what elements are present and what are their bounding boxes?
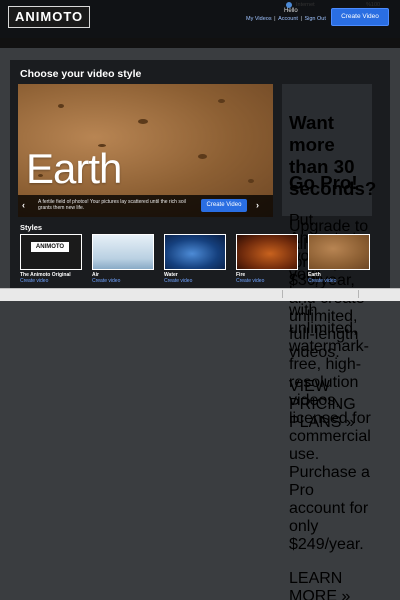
style-thumbnail-fire[interactable] [236,234,298,270]
styles-heading: Styles [20,223,43,232]
soil-texture [248,179,254,183]
my-videos-link[interactable]: My Videos [246,16,272,22]
account-links: My Videos | Account | Sign Out [246,16,326,22]
learn-more-link[interactable]: LEARN MORE » [289,570,371,600]
style-thumbnail-water[interactable] [164,234,226,270]
link-separator: | [272,16,278,22]
greeting-text: Hello [284,8,298,14]
create-video-button-header[interactable]: Create Video [331,8,389,26]
hero-caption: A fertile field of photos! Your pictures… [38,199,186,211]
create-video-link[interactable]: Create video [236,278,298,284]
style-card-earth[interactable]: Earth Create video [308,234,370,284]
animoto-logo-thumb: ANIMOTO [31,242,69,252]
page-title: Choose your video style [20,68,142,80]
chevron-right-icon[interactable]: › [256,199,259,212]
link-separator: | [298,16,304,22]
create-video-button-hero[interactable]: Create Video [201,199,247,212]
chevron-left-icon[interactable]: ‹ [22,199,25,212]
create-video-link[interactable]: Create video [164,278,226,284]
account-link[interactable]: Account [278,16,298,22]
hero-style-name: Earth [26,145,122,192]
create-video-link[interactable]: Create video [92,278,154,284]
soil-texture [138,119,148,124]
globe-icon [286,2,292,8]
style-thumbnail-earth[interactable] [308,234,370,270]
header-divider [0,38,400,48]
create-video-link[interactable]: Create video [20,278,82,284]
style-card-air[interactable]: Air Create video [92,234,154,284]
zoom-level[interactable]: %100 [366,2,380,8]
style-card-water[interactable]: Water Create video [164,234,226,284]
security-zone-text: Internet [296,2,315,8]
status-divider [282,290,283,298]
go-pro-heading: Go Pro! [289,171,358,193]
style-thumbnail-original[interactable]: ANIMOTO [20,234,82,270]
soil-texture [58,104,64,108]
style-thumbnail-air[interactable] [92,234,154,270]
style-card-fire[interactable]: Fire Create video [236,234,298,284]
style-card-original[interactable]: ANIMOTO The Animoto Original Create vide… [20,234,82,284]
browser-status-bar [0,288,400,301]
animoto-logo[interactable]: ANIMOTO [8,6,91,28]
create-video-link[interactable]: Create video [308,278,370,284]
status-divider [358,290,359,298]
soil-texture [198,154,207,159]
sign-out-link[interactable]: Sign Out [304,16,325,22]
pro-promo: Go Pro! Put Animoto to work for your bus… [289,153,371,600]
soil-texture [218,99,225,103]
